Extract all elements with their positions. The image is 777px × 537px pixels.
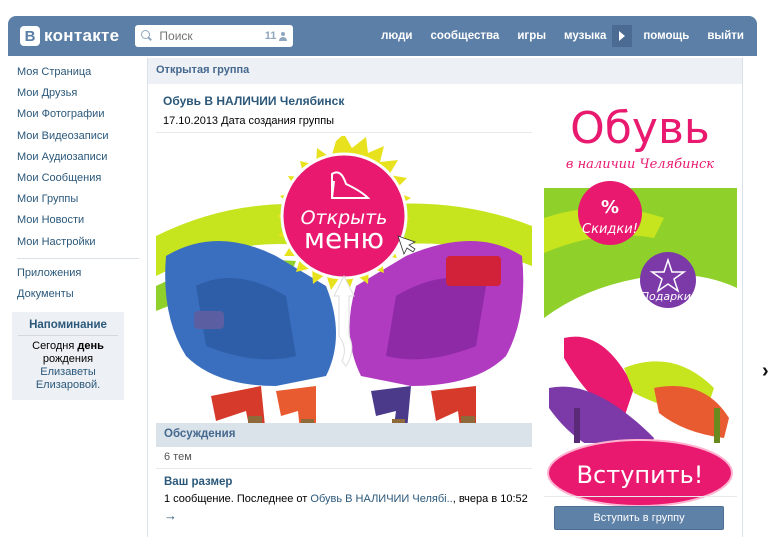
sidebar-item-messages[interactable]: Мои Сообщения bbox=[17, 168, 139, 189]
promo-banner[interactable]: Обувь в наличии Челябинск % Скидки! Пода… bbox=[544, 88, 737, 520]
divider bbox=[544, 496, 737, 497]
vk-logo[interactable]: B контакте bbox=[20, 26, 119, 46]
discount-text: Скидки! bbox=[582, 222, 638, 237]
play-icon[interactable] bbox=[612, 25, 633, 47]
birthday-reminder: Напоминание Сегодня день рождения Елизав… bbox=[12, 312, 124, 400]
reminder-person-link[interactable]: Елизаветы bbox=[40, 366, 95, 378]
group-title: Обувь В НАЛИЧИИ Челябинск bbox=[163, 94, 345, 108]
percent-text: % bbox=[601, 197, 619, 218]
reminder-person-link[interactable]: Елизаровой. bbox=[36, 379, 100, 391]
promo-subtitle: в наличии Челябинск bbox=[566, 157, 714, 172]
sidebar-item-settings[interactable]: Мои Настройки bbox=[17, 232, 139, 253]
nav-logout[interactable]: выйти bbox=[698, 16, 753, 56]
discussions-header[interactable]: Обсуждения bbox=[156, 423, 532, 447]
join-promo-text: Вступить! bbox=[577, 461, 704, 489]
topic-title-link[interactable]: Ваш размер bbox=[164, 476, 232, 488]
group-type-header: Открытая группа bbox=[148, 58, 742, 84]
reminder-title: Напоминание bbox=[18, 319, 118, 336]
topic-count: 6 тем bbox=[164, 451, 192, 463]
online-count-value: 11 bbox=[264, 30, 277, 42]
banner-text-menu: меню bbox=[304, 222, 384, 255]
nav-games[interactable]: игры bbox=[508, 16, 555, 56]
nav-communities[interactable]: сообщества bbox=[421, 16, 508, 56]
topic-meta-time: , вчера в 10:52 bbox=[452, 493, 528, 505]
reminder-text: рождения bbox=[42, 353, 94, 365]
reminder-text: Сегодня bbox=[32, 340, 78, 352]
search-icon bbox=[141, 30, 153, 42]
nav-help[interactable]: помощь bbox=[634, 16, 698, 56]
created-date: 17.10.2013 bbox=[163, 115, 219, 127]
sidebar-item-groups[interactable]: Мои Группы bbox=[17, 189, 139, 210]
logo-mark: B bbox=[20, 26, 40, 46]
nav-music[interactable]: музыка bbox=[555, 16, 610, 56]
sidebar-item-photos[interactable]: Мои Фотографии bbox=[17, 104, 139, 125]
promo-title: Обувь bbox=[570, 103, 710, 154]
group-created: 17.10.2013 Дата создания группы bbox=[163, 115, 334, 127]
topic-meta-text: 1 сообщение. Последнее от bbox=[164, 493, 311, 505]
topic-author-link[interactable]: Обувь В НАЛИЧИИ Челябі.. bbox=[310, 493, 452, 505]
left-sidebar: Моя Страница Мои Друзья Мои Фотографии М… bbox=[17, 62, 139, 305]
divider bbox=[156, 132, 532, 133]
created-label: Дата создания группы bbox=[221, 115, 335, 127]
sidebar-item-friends[interactable]: Мои Друзья bbox=[17, 83, 139, 104]
search-box[interactable]: 11 bbox=[135, 25, 294, 47]
reminder-bold: день bbox=[77, 340, 104, 352]
person-icon bbox=[279, 31, 288, 41]
topic-meta: 1 сообщение. Последнее от Обувь В НАЛИЧИ… bbox=[164, 493, 528, 505]
gifts-text: Подарки! bbox=[641, 290, 696, 303]
search-input[interactable] bbox=[159, 29, 260, 43]
promo-image: Обувь в наличии Челябинск % Скидки! Пода… bbox=[544, 88, 737, 520]
sidebar-item-my-page[interactable]: Моя Страница bbox=[17, 62, 139, 83]
sidebar-item-audio[interactable]: Мои Аудиозаписи bbox=[17, 147, 139, 168]
top-header: B контакте 11 люди сообщества игры музык… bbox=[8, 16, 757, 56]
logo-text: контакте bbox=[44, 26, 120, 45]
sidebar-item-apps[interactable]: Приложения bbox=[17, 263, 139, 284]
divider bbox=[156, 468, 532, 469]
online-friends-count[interactable]: 11 bbox=[265, 30, 288, 42]
arrow-right-icon[interactable]: → bbox=[164, 508, 177, 523]
join-group-button[interactable]: Вступить в группу bbox=[554, 506, 724, 530]
top-nav: люди сообщества игры музыка помощь выйти bbox=[372, 16, 753, 56]
sidebar-divider bbox=[17, 257, 139, 259]
group-main: Открытая группа Обувь В НАЛИЧИИ Челябинс… bbox=[147, 58, 743, 537]
sidebar-item-documents[interactable]: Документы bbox=[17, 284, 139, 305]
sidebar-item-videos[interactable]: Мои Видеозаписи bbox=[17, 126, 139, 147]
chevron-right-icon[interactable]: › bbox=[762, 360, 769, 383]
sidebar-item-news[interactable]: Мои Новости bbox=[17, 210, 139, 231]
nav-people[interactable]: люди bbox=[372, 16, 421, 56]
reminder-body: Сегодня день рождения Елизаветы Елизаров… bbox=[18, 340, 118, 392]
